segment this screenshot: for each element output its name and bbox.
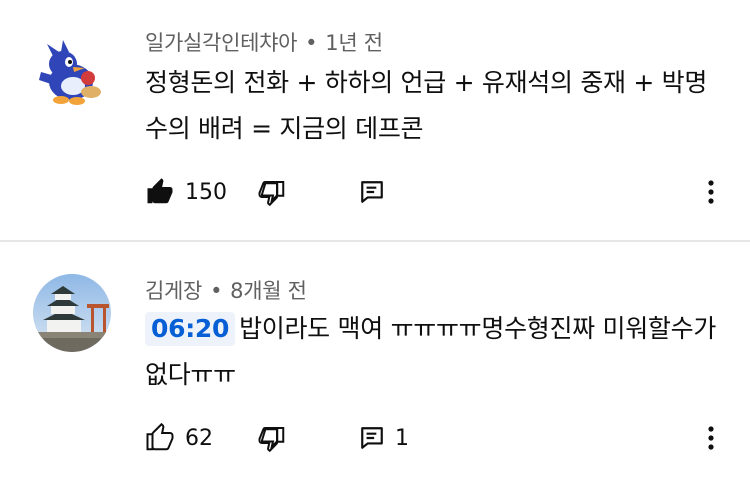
comment-text: 06:20 밥이라도 맥여 ㅠㅠㅠㅠ명수형진짜 미워할수가없다ㅠㅠ bbox=[145, 306, 725, 398]
comment-2: 김게장 • 8개월 전 06:20 밥이라도 맥여 ㅠㅠㅠㅠ명수형진짜 미워할수가없다… bbox=[0, 242, 750, 483]
reply-button[interactable]: 1 bbox=[359, 420, 409, 456]
author-name[interactable]: 일가실각인테챠아 bbox=[145, 31, 297, 55]
more-options-button[interactable] bbox=[705, 420, 717, 456]
dislike-button[interactable] bbox=[257, 420, 287, 456]
comment-text: 정형돈의 전화 + 하하의 언급 + 유재석의 중재 + 박명수의 배려 = 지… bbox=[145, 68, 708, 143]
reply-icon bbox=[359, 425, 385, 451]
more-vert-icon bbox=[705, 177, 717, 207]
timestamp-link[interactable]: 06:20 bbox=[145, 312, 236, 346]
separator-dot: • bbox=[305, 31, 318, 55]
like-button[interactable]: 150 bbox=[145, 174, 227, 210]
thumbs-down-icon bbox=[257, 177, 287, 207]
thumbs-up-icon bbox=[145, 423, 175, 453]
thumbs-down-icon bbox=[257, 423, 287, 453]
reply-count: 1 bbox=[395, 425, 409, 451]
thumbs-up-icon bbox=[145, 177, 175, 207]
like-button[interactable]: 62 bbox=[145, 420, 213, 456]
like-count: 150 bbox=[185, 179, 227, 205]
reply-icon bbox=[359, 179, 385, 205]
author-name[interactable]: 김게장 bbox=[145, 279, 202, 303]
comment-1: 일가실각인테챠아 • 1년 전 정형돈의 전화 + 하하의 언급 + 유재석의 중재… bbox=[0, 0, 750, 240]
comment-meta: 일가실각인테챠아 • 1년 전 bbox=[145, 27, 383, 57]
comment-time[interactable]: 1년 전 bbox=[325, 31, 383, 55]
avatar[interactable] bbox=[33, 34, 111, 112]
dislike-button[interactable] bbox=[257, 174, 287, 210]
comment-meta: 김게장 • 8개월 전 bbox=[145, 275, 307, 305]
reply-button[interactable] bbox=[359, 174, 395, 210]
separator-dot: • bbox=[210, 279, 223, 303]
avatar[interactable] bbox=[33, 274, 111, 352]
comment-time[interactable]: 8개월 전 bbox=[230, 279, 307, 303]
comment-actions: 150 bbox=[145, 174, 725, 210]
comment-actions: 62 1 bbox=[145, 420, 725, 456]
more-vert-icon bbox=[705, 423, 717, 453]
more-options-button[interactable] bbox=[705, 174, 717, 210]
like-count: 62 bbox=[185, 425, 213, 451]
